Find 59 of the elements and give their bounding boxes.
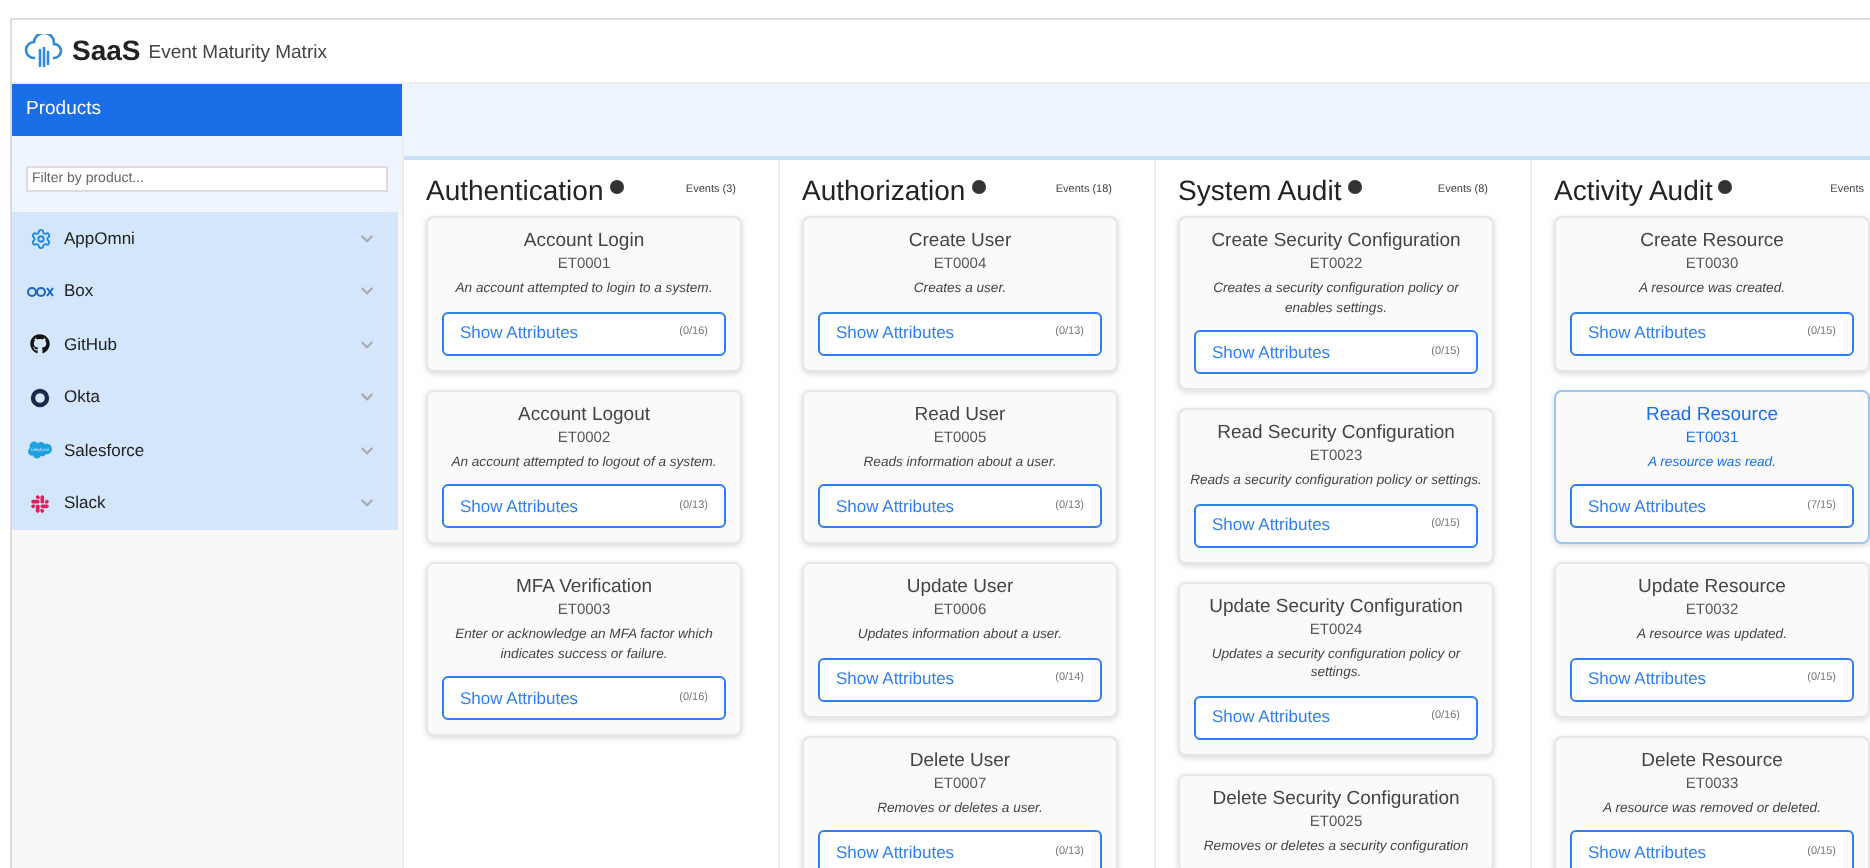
button-label: Show Attributes xyxy=(1212,339,1331,365)
column-title: Authentication xyxy=(426,176,604,206)
cloud-icon xyxy=(28,438,52,463)
info-icon xyxy=(1718,180,1733,194)
event-title: Read Resource xyxy=(1645,403,1778,427)
event-title: Update Security Configuration xyxy=(1209,595,1463,619)
cat-logo xyxy=(30,334,50,355)
product-name: Box xyxy=(64,278,96,305)
event-title: Create Resource xyxy=(1640,230,1784,254)
app-title: Event Maturity Matrix xyxy=(148,39,327,68)
event-title: Account Logout xyxy=(517,403,651,427)
event-title: Create User xyxy=(908,230,1012,254)
product-item[interactable]: Okta xyxy=(12,371,398,424)
box-logo xyxy=(26,284,54,299)
event-title: Create Security Configuration xyxy=(1211,230,1461,254)
event-title: Update Resource xyxy=(1638,576,1786,600)
column-title: System Audit xyxy=(1178,176,1342,206)
button-label: Show Attributes xyxy=(1588,493,1707,519)
button-label: Show Attributes xyxy=(1588,839,1707,865)
button-label: Show Attributes xyxy=(1588,666,1707,692)
product-item[interactable]: GitHub xyxy=(12,318,398,371)
product-name: Salesforce xyxy=(64,437,147,464)
product-item[interactable]: Salesforce xyxy=(12,424,398,477)
product-item[interactable]: Box xyxy=(12,265,398,318)
event-title: Delete Security Configuration xyxy=(1212,787,1460,811)
button-label: Show Attributes xyxy=(836,320,955,346)
event-title: Delete User xyxy=(909,749,1011,773)
button-label: Show Attributes xyxy=(1212,512,1331,538)
button-label: Show Attributes xyxy=(1588,320,1707,346)
hash-icon xyxy=(30,493,50,514)
button-label: Show Attributes xyxy=(836,493,955,519)
product-name: AppOmni xyxy=(64,225,137,252)
product-name: GitHub xyxy=(64,331,119,358)
product-name: Okta xyxy=(64,384,102,411)
column-title: Authorization xyxy=(802,176,966,206)
brand-name: SaaS xyxy=(72,32,141,70)
button-label: Show Attributes xyxy=(836,666,955,692)
event-title: Read User xyxy=(914,403,1006,427)
column-title: Activity Audit xyxy=(1554,176,1713,206)
ring-icon xyxy=(30,387,50,408)
cloud-logo xyxy=(24,33,64,69)
product-item[interactable]: Slack xyxy=(12,477,398,530)
event-title: Read Security Configuration xyxy=(1217,422,1455,446)
button-label: Show Attributes xyxy=(836,839,955,865)
event-title: Update User xyxy=(906,576,1014,600)
button-label: Show Attributes xyxy=(1212,704,1331,730)
product-name: Slack xyxy=(64,490,108,517)
button-label: Show Attributes xyxy=(460,685,579,711)
gear-icon xyxy=(29,227,51,250)
product-item[interactable]: AppOmni xyxy=(12,212,398,265)
event-title: MFA Verification xyxy=(515,576,653,600)
event-title: Delete Resource xyxy=(1641,749,1783,773)
event-title: Account Login xyxy=(523,230,645,254)
info-icon xyxy=(609,180,624,194)
info-icon xyxy=(1347,180,1362,194)
button-label: Show Attributes xyxy=(460,320,579,346)
info-icon xyxy=(971,180,986,194)
button-label: Show Attributes xyxy=(460,493,579,519)
sidebar-header: Products xyxy=(12,84,402,136)
